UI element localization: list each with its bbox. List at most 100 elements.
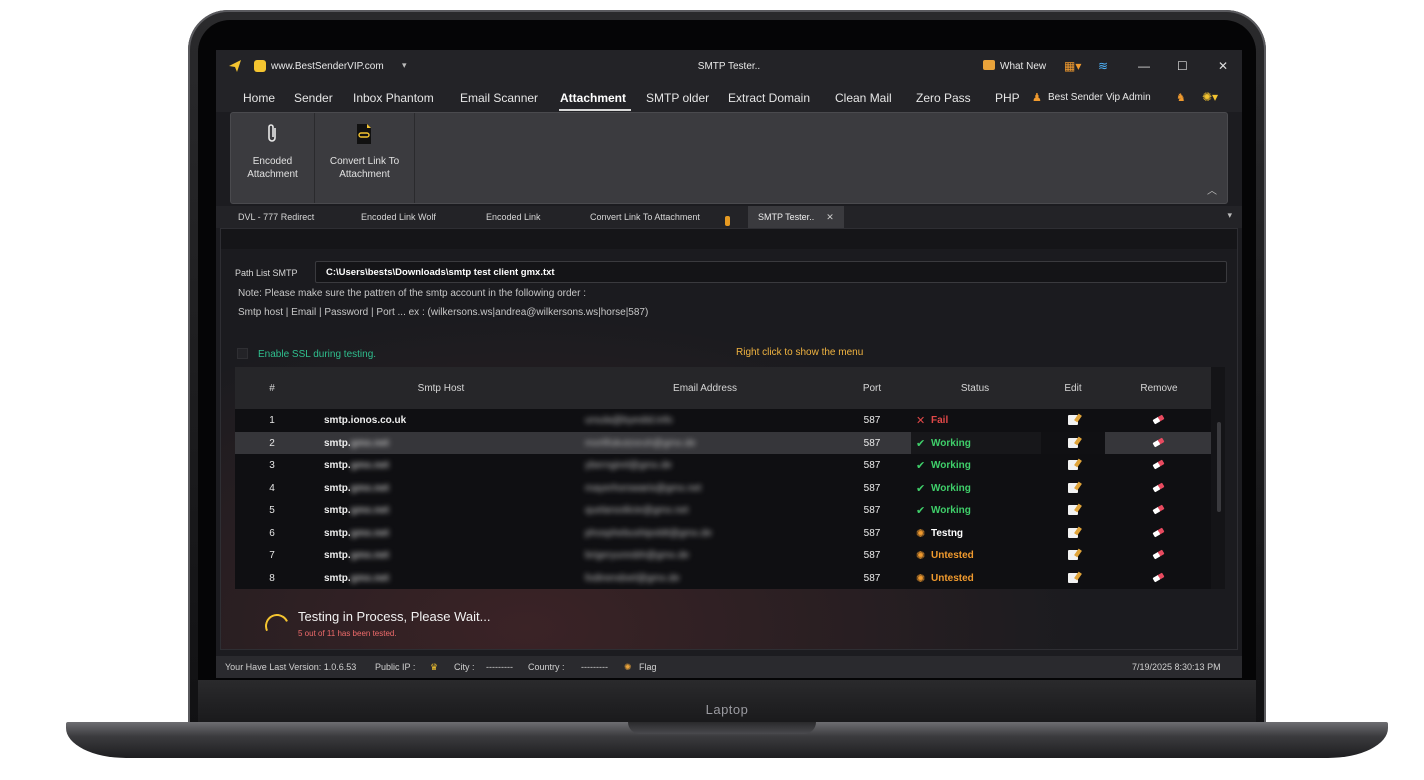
col-smtp-host[interactable]: Smtp Host [391,383,491,394]
table-row[interactable]: 5 smtp.gmx.net quelarsoilicie@gmx.net 58… [235,499,1211,522]
row-number: 8 [269,572,275,584]
edit-button[interactable] [1041,477,1105,500]
edit-button[interactable] [1041,409,1105,432]
chevron-down-icon[interactable]: ▾ [1227,210,1232,221]
eraser-icon[interactable] [1152,482,1165,492]
menu-zero-pass[interactable]: Zero Pass [916,91,971,105]
apps-grid-icon[interactable]: ▦▾ [1064,59,1081,73]
edit-button[interactable] [1041,454,1105,477]
table-row[interactable]: 8 smtp.gmx.net fodinendoel@gmx.de 587 ✺ U… [235,567,1211,590]
title-bar: www.BestSenderVIP.com ▾ SMTP Tester.. Wh… [216,50,1242,82]
admin-icon[interactable]: ♞ [1176,91,1186,104]
menu-php[interactable]: PHP [995,91,1020,105]
convert-link-button[interactable]: Convert Link To Attachment [315,113,415,203]
menu-attachment[interactable]: Attachment [560,91,626,105]
menu-extract-domain[interactable]: Extract Domain [728,91,810,105]
eraser-icon[interactable] [1152,459,1165,470]
edit-button[interactable] [1041,567,1105,590]
email-address: phosphebushipoldt@gmx.de [585,527,712,539]
tab-marker [725,216,730,226]
whats-new-button[interactable]: What New [1000,61,1046,72]
eraser-icon[interactable] [1152,572,1165,582]
path-input[interactable]: C:\Users\bests\Downloads\smtp test clien… [315,261,1227,283]
edit-icon [1068,415,1078,425]
smtp-host: smtp.gmx.net [324,438,389,449]
edit-icon [1068,460,1078,470]
megaphone-icon [983,60,995,70]
host-prefix: smtp. [324,550,351,561]
table-scrollbar[interactable] [1211,367,1225,589]
eraser-icon[interactable] [1152,527,1165,537]
ssl-checkbox[interactable] [237,348,248,359]
check-icon: ✔ [916,460,926,472]
col-status[interactable]: Status [935,383,1015,394]
edit-button[interactable] [1041,431,1105,454]
host-prefix: smtp. [324,527,351,539]
progress-subtitle: 5 out of 11 has been tested. [298,629,397,638]
edit-button[interactable] [1041,522,1105,545]
tab-dvl-redirect[interactable]: DVL - 777 Redirect [238,212,314,222]
menu-sender[interactable]: Sender [294,91,333,105]
eraser-icon[interactable] [1152,549,1165,560]
eraser-icon[interactable] [1152,437,1165,447]
active-menu-indicator [559,109,631,111]
scrollbar-thumb[interactable] [1217,422,1221,512]
user-name[interactable]: Best Sender Vip Admin [1048,92,1151,103]
tab-smtp-tester-label: SMTP Tester.. [758,212,815,222]
gear-icon[interactable]: ✺▾ [1202,90,1218,104]
menu-email-scanner[interactable]: Email Scanner [460,91,538,105]
edit-button[interactable] [1041,499,1105,522]
menu-bar: Home Sender Inbox Phantom Email Scanner … [216,82,1242,112]
city-value: --------- [486,662,513,672]
close-tab-icon[interactable]: ✕ [826,212,834,222]
laptop-notch [628,722,816,734]
spark-icon: ✺ [916,527,926,540]
col-port[interactable]: Port [855,383,889,394]
table-row[interactable]: 7 smtp.gmx.net brigeryuresbh@gmx.de 587 … [235,544,1211,567]
status-cell: ✺ Untested [911,544,1041,567]
chevron-up-icon[interactable]: ︿ [1207,182,1217,197]
host-suffix: gmx.net [350,437,390,449]
email-address: brigeryuresbh@gmx.de [585,550,690,561]
encoded-attachment-button[interactable]: Encoded Attachment [231,113,315,203]
menu-smtp-older[interactable]: SMTP older [646,91,709,105]
table-row[interactable]: 1 smtp.ionos.co.uk ursula@byeslid.info 5… [235,409,1211,432]
status-cell: ✔ Working [911,454,1041,477]
close-button[interactable]: ✕ [1218,59,1228,73]
menu-inbox-phantom[interactable]: Inbox Phantom [353,91,434,105]
email-address: morlifukutzsruh@gmx.de [585,437,696,449]
table-row[interactable]: 6 smtp.gmx.net phosphebushipoldt@gmx.de … [235,522,1211,545]
tab-convert-link[interactable]: Convert Link To Attachment [590,212,700,222]
table-row[interactable]: 3 smtp.gmx.net yberngirel@gmx.de 587 ✔ Wo… [235,454,1211,477]
status-text: Working [931,482,971,494]
col-email[interactable]: Email Address [645,383,765,394]
row-number: 6 [269,527,275,539]
host-suffix: gmx.net [350,482,390,494]
table-row[interactable]: 2 smtp.gmx.net morlifukutzsruh@gmx.de 58… [235,431,1211,454]
edit-icon [1068,482,1078,493]
edit-button[interactable] [1041,544,1105,567]
edit-icon [1068,437,1078,448]
table-row[interactable]: 4 smtp.gmx.net mayerhorswaris@gmx.net 58… [235,477,1211,500]
menu-clean-mail[interactable]: Clean Mail [835,91,892,105]
smtp-table: # Smtp Host Email Address Port Status Ed… [235,367,1225,589]
eraser-icon[interactable] [1152,414,1165,425]
ssl-label[interactable]: Enable SSL during testing. [258,349,376,360]
menu-home[interactable]: Home [243,91,275,105]
minimize-button[interactable]: — [1138,59,1150,73]
col-number[interactable]: # [235,383,309,394]
status-text: Testng [931,527,964,539]
email-address: fodinendoel@gmx.de [585,572,680,584]
tab-smtp-tester[interactable]: SMTP Tester.. ✕ [748,206,844,228]
port: 587 [863,460,881,471]
tab-encoded-link-wolf[interactable]: Encoded Link Wolf [361,212,436,222]
maximize-button[interactable]: ☐ [1177,59,1188,73]
row-number: 1 [269,415,275,426]
col-edit[interactable]: Edit [1041,383,1105,394]
col-remove[interactable]: Remove [1123,383,1195,394]
eraser-icon[interactable] [1152,504,1165,515]
host-suffix: gmx.net [350,572,390,584]
smtp-host: smtp.gmx.net [324,550,389,561]
host-prefix: smtp. [324,437,351,449]
tab-encoded-link[interactable]: Encoded Link [486,212,541,222]
